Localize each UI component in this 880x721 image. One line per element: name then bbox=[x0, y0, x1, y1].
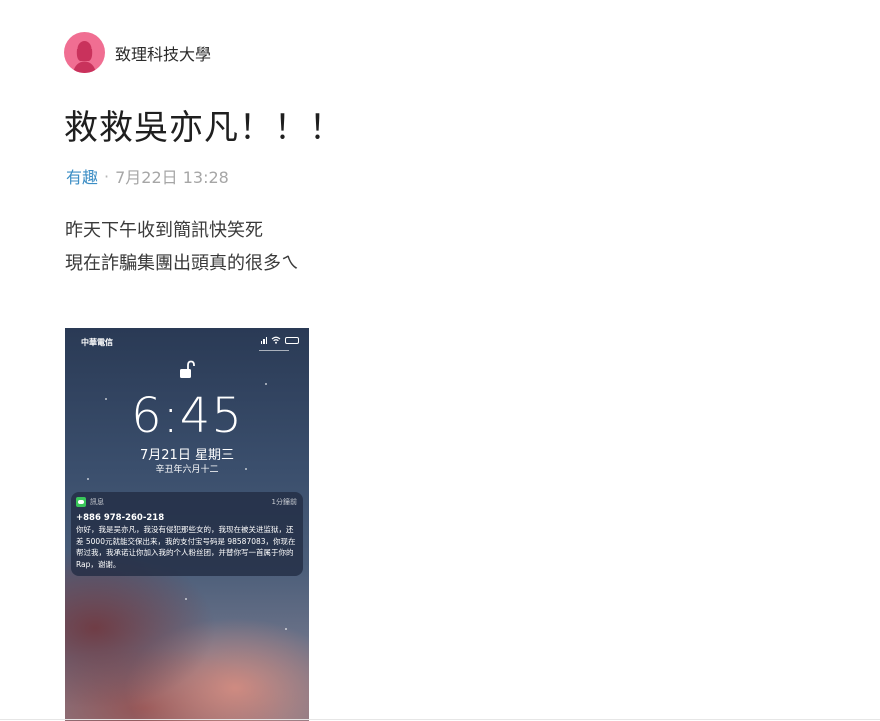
notification-app-name: 訊息 bbox=[90, 498, 104, 506]
post-body-line: 昨天下午收到簡訊快笑死 bbox=[65, 220, 263, 241]
post-image-phone-screenshot[interactable]: 中華電信 6:45 7月21日 星期三 辛丑年六月十二 訊息 1分鐘前 +886… bbox=[65, 328, 309, 721]
star-dot bbox=[185, 598, 187, 600]
post-title: 救救吳亦凡！！！ bbox=[64, 108, 344, 148]
sms-notification[interactable]: 訊息 1分鐘前 +886 978-260-218 你好，我是吴亦凡，我没有侵犯那… bbox=[71, 492, 303, 576]
divider bbox=[0, 719, 880, 720]
carrier-label: 中華電信 bbox=[81, 338, 113, 347]
lock-screen-lunar-date: 辛丑年六月十二 bbox=[155, 465, 219, 475]
status-icons bbox=[260, 336, 299, 344]
notification-sender: +886 978-260-218 bbox=[76, 513, 165, 523]
post-meta: 有趣 · 7月22日 13:28 bbox=[66, 164, 229, 188]
author-name[interactable]: 致理科技大學 bbox=[115, 41, 211, 65]
wifi-icon bbox=[271, 336, 281, 344]
notification-age: 1分鐘前 bbox=[271, 498, 297, 506]
post-body-line: 現在詐騙集團出頭真的很多ㄟ bbox=[65, 253, 299, 274]
lock-screen-date: 7月21日 星期三 bbox=[140, 448, 234, 463]
unlocked-padlock-icon bbox=[180, 360, 195, 378]
messages-app-icon bbox=[76, 497, 86, 507]
category-link[interactable]: 有趣 bbox=[66, 164, 98, 188]
lock-screen-time: 6:45 bbox=[131, 388, 243, 444]
status-underline bbox=[259, 350, 289, 351]
post-timestamp: 7月22日 13:28 bbox=[115, 168, 229, 187]
notification-app: 訊息 bbox=[76, 497, 104, 507]
notification-body: 你好，我是吴亦凡，我没有侵犯那些女的，我现在被关进监狱，还差 5000元就能交保… bbox=[76, 525, 296, 569]
female-silhouette-icon bbox=[73, 41, 96, 73]
author-avatar[interactable] bbox=[64, 32, 105, 73]
notification-header: 訊息 1分鐘前 bbox=[76, 497, 297, 507]
signal-icon bbox=[260, 336, 267, 344]
star-dot bbox=[265, 383, 267, 385]
battery-icon bbox=[285, 336, 299, 344]
meta-separator: · bbox=[104, 166, 110, 186]
star-dot bbox=[285, 628, 287, 630]
post-body: 昨天下午收到簡訊快笑死 現在詐騙集團出頭真的很多ㄟ bbox=[65, 214, 299, 280]
author-row: 致理科技大學 bbox=[64, 32, 211, 73]
star-dot bbox=[87, 478, 89, 480]
